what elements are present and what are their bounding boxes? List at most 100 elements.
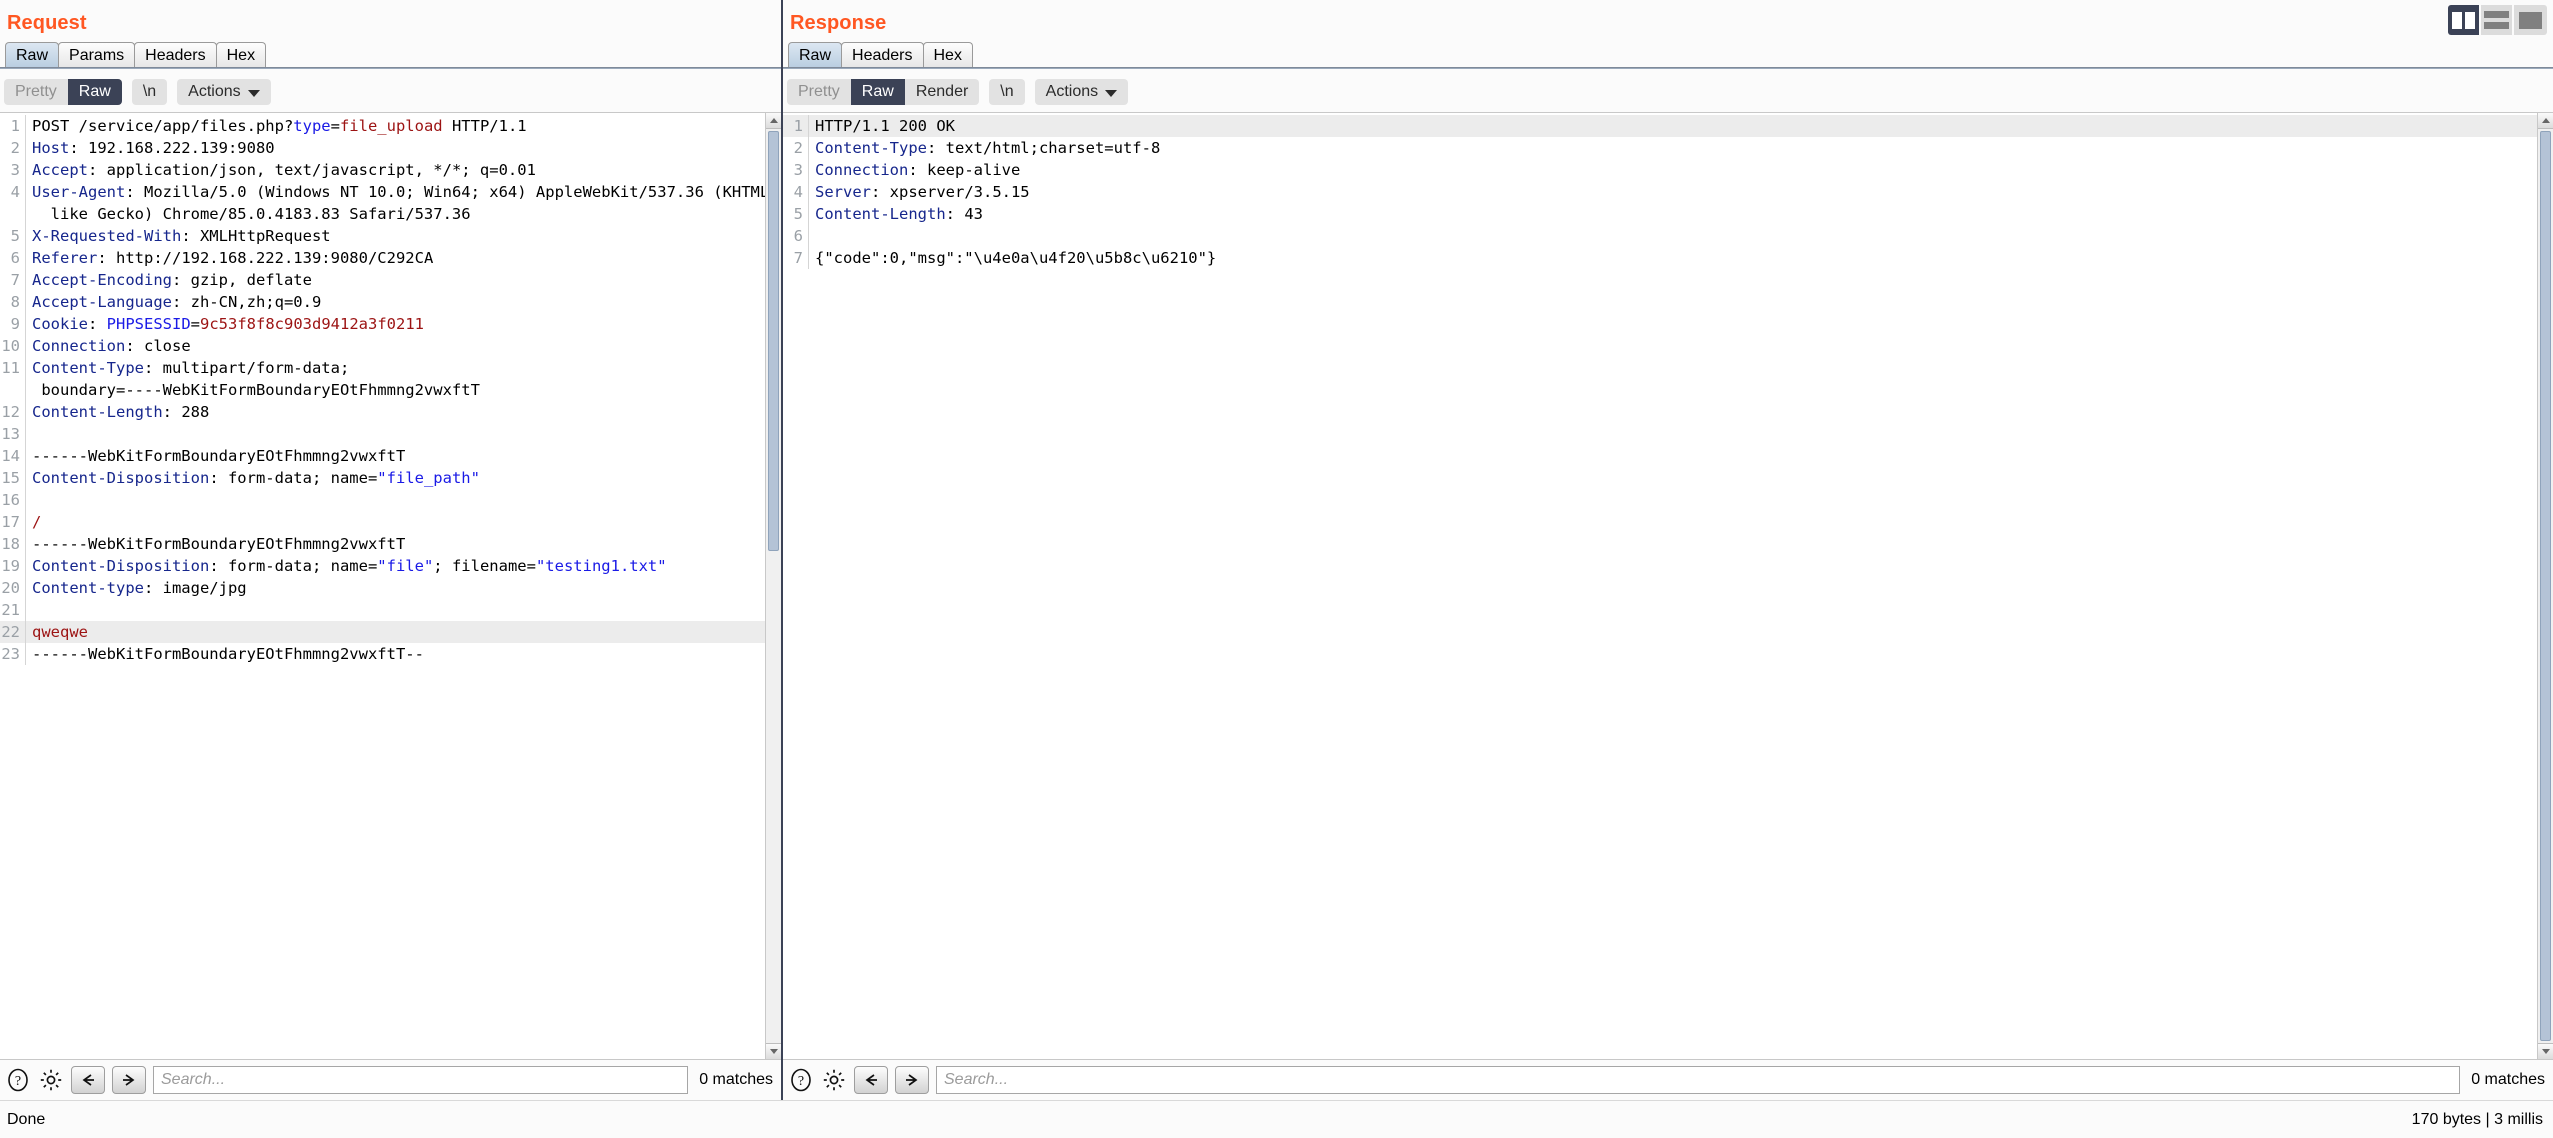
request-line-text[interactable]: boundary=----WebKitFormBoundaryEOtFhmmng…: [26, 379, 480, 401]
gear-icon[interactable]: [38, 1067, 64, 1093]
request-line-text[interactable]: Content-Length: 288: [26, 401, 209, 423]
request-line-text[interactable]: like Gecko) Chrome/85.0.4183.83 Safari/5…: [26, 203, 471, 225]
request-newline-toggle[interactable]: \n: [131, 79, 168, 105]
request-search-prev-button[interactable]: [71, 1066, 105, 1094]
request-line-text[interactable]: Referer: http://192.168.222.139:9080/C29…: [26, 247, 433, 269]
request-code-line[interactable]: 10 Connection: close: [0, 335, 765, 357]
response-code-line[interactable]: 4 Server: xpserver/3.5.15: [783, 181, 2537, 203]
layout-single-pane-button[interactable]: [2514, 5, 2547, 35]
request-code-line[interactable]: 20 Content-type: image/jpg: [0, 577, 765, 599]
response-search-prev-button[interactable]: [854, 1066, 888, 1094]
request-code-line[interactable]: 21: [0, 599, 765, 621]
request-code-line[interactable]: 8 Accept-Language: zh-CN,zh;q=0.9: [0, 291, 765, 313]
request-line-text[interactable]: Host: 192.168.222.139:9080: [26, 137, 275, 159]
request-editor[interactable]: 1 POST /service/app/files.php?type=file_u…: [0, 112, 781, 1060]
scroll-up-arrow-icon[interactable]: [766, 113, 781, 129]
response-line-text[interactable]: [809, 225, 815, 247]
request-code-line[interactable]: 14 ------WebKitFormBoundaryEOtFhmmng2vwxf…: [0, 445, 765, 467]
request-search-input[interactable]: [153, 1066, 689, 1094]
scroll-up-arrow-icon[interactable]: [2538, 113, 2553, 129]
request-line-text[interactable]: Content-Disposition: form-data; name="fi…: [26, 555, 667, 577]
scroll-down-arrow-icon[interactable]: [766, 1043, 781, 1059]
request-line-text[interactable]: User-Agent: Mozilla/5.0 (Windows NT 10.0…: [26, 181, 765, 203]
request-search-next-button[interactable]: [112, 1066, 146, 1094]
request-code-line[interactable]: 16: [0, 489, 765, 511]
response-render-button[interactable]: Render: [905, 79, 979, 105]
gear-icon[interactable]: [821, 1067, 847, 1093]
layout-vertical-split-button[interactable]: [2448, 5, 2481, 35]
request-tab-hex[interactable]: Hex: [215, 42, 267, 68]
request-code-line[interactable]: boundary=----WebKitFormBoundaryEOtFhmmng…: [0, 379, 765, 401]
response-line-text[interactable]: {"code":0,"msg":"\u4e0a\u4f20\u5b8c\u621…: [809, 247, 1216, 269]
response-line-text[interactable]: Server: xpserver/3.5.15: [809, 181, 1030, 203]
request-line-text[interactable]: ------WebKitFormBoundaryEOtFhmmng2vwxftT: [26, 533, 405, 555]
response-code-line[interactable]: 6: [783, 225, 2537, 247]
request-line-text[interactable]: Connection: close: [26, 335, 191, 357]
scroll-down-arrow-icon[interactable]: [2538, 1043, 2553, 1059]
layout-horizontal-split-button[interactable]: [2481, 5, 2514, 35]
response-scroll-thumb[interactable]: [2540, 131, 2551, 1041]
response-code-line[interactable]: 3 Connection: keep-alive: [783, 159, 2537, 181]
request-line-text[interactable]: Cookie: PHPSESSID=9c53f8f8c903d9412a3f02…: [26, 313, 424, 335]
request-code-line[interactable]: 22 qweqwe: [0, 621, 765, 643]
request-code-line[interactable]: 17/: [0, 511, 765, 533]
response-editor-content[interactable]: 1 HTTP/1.1 200 OK 2 Content-Type: text/html…: [783, 113, 2537, 1059]
response-actions-button[interactable]: Actions: [1034, 79, 1129, 105]
response-code-line[interactable]: 1 HTTP/1.1 200 OK: [783, 115, 2537, 137]
request-code-line[interactable]: 2 Host: 192.168.222.139:9080: [0, 137, 765, 159]
question-mark-icon[interactable]: ?: [5, 1067, 31, 1093]
response-line-text[interactable]: Connection: keep-alive: [809, 159, 1020, 181]
response-code-line[interactable]: 2 Content-Type: text/html;charset=utf-8: [783, 137, 2537, 159]
request-pretty-button[interactable]: Pretty: [4, 79, 68, 105]
request-line-text[interactable]: /: [26, 511, 41, 533]
request-scroll-thumb[interactable]: [768, 131, 779, 551]
request-code-line[interactable]: 1 POST /service/app/files.php?type=file_u…: [0, 115, 765, 137]
request-line-text[interactable]: [26, 599, 32, 621]
request-line-text[interactable]: POST /service/app/files.php?type=file_up…: [26, 115, 527, 137]
response-search-input[interactable]: [936, 1066, 2461, 1094]
request-line-text[interactable]: ------WebKitFormBoundaryEOtFhmmng2vwxftT: [26, 445, 405, 467]
request-line-text[interactable]: Accept-Language: zh-CN,zh;q=0.9: [26, 291, 321, 313]
request-line-text[interactable]: Content-type: image/jpg: [26, 577, 247, 599]
request-actions-button[interactable]: Actions: [177, 79, 271, 105]
request-line-text[interactable]: ------WebKitFormBoundaryEOtFhmmng2vwxftT…: [26, 643, 424, 665]
response-newline-toggle[interactable]: \n: [989, 79, 1025, 105]
request-raw-button[interactable]: Raw: [67, 79, 122, 105]
response-tab-raw[interactable]: Raw: [788, 42, 843, 68]
request-tab-headers[interactable]: Headers: [134, 42, 217, 68]
request-tab-raw[interactable]: Raw: [5, 42, 60, 68]
response-pretty-button[interactable]: Pretty: [787, 79, 851, 105]
request-line-text[interactable]: Content-Disposition: form-data; name="fi…: [26, 467, 480, 489]
request-line-text[interactable]: Accept-Encoding: gzip, deflate: [26, 269, 312, 291]
request-line-text[interactable]: Accept: application/json, text/javascrip…: [26, 159, 536, 181]
response-code-line[interactable]: 5 Content-Length: 43: [783, 203, 2537, 225]
response-raw-button[interactable]: Raw: [850, 79, 905, 105]
request-code-line[interactable]: 13: [0, 423, 765, 445]
request-code-line[interactable]: 19 Content-Disposition: form-data; name="…: [0, 555, 765, 577]
response-line-text[interactable]: HTTP/1.1 200 OK: [809, 115, 955, 137]
request-editor-content[interactable]: 1 POST /service/app/files.php?type=file_u…: [0, 113, 765, 1059]
request-code-line[interactable]: 15 Content-Disposition: form-data; name="…: [0, 467, 765, 489]
response-search-next-button[interactable]: [895, 1066, 929, 1094]
response-tab-hex[interactable]: Hex: [922, 42, 973, 68]
request-editor-scrollbar[interactable]: [765, 113, 781, 1059]
request-code-line[interactable]: 7 Accept-Encoding: gzip, deflate: [0, 269, 765, 291]
request-code-line[interactable]: 3 Accept: application/json, text/javascri…: [0, 159, 765, 181]
response-editor[interactable]: 1 HTTP/1.1 200 OK 2 Content-Type: text/html…: [783, 112, 2553, 1060]
response-tab-headers[interactable]: Headers: [841, 42, 924, 68]
request-code-line[interactable]: 6 Referer: http://192.168.222.139:9080/C2…: [0, 247, 765, 269]
request-code-line[interactable]: 23 ------WebKitFormBoundaryEOtFhmmng2vwxf…: [0, 643, 765, 665]
request-code-line[interactable]: 18 ------WebKitFormBoundaryEOtFhmmng2vwxf…: [0, 533, 765, 555]
question-mark-icon[interactable]: ?: [788, 1067, 814, 1093]
request-code-line[interactable]: 11 Content-Type: multipart/form-data;: [0, 357, 765, 379]
response-line-text[interactable]: Content-Length: 43: [809, 203, 983, 225]
response-editor-scrollbar[interactable]: [2537, 113, 2553, 1059]
request-line-text[interactable]: [26, 489, 32, 511]
response-raw-text[interactable]: 1 HTTP/1.1 200 OK 2 Content-Type: text/html…: [783, 113, 2537, 269]
request-line-text[interactable]: Content-Type: multipart/form-data;: [26, 357, 349, 379]
request-code-line[interactable]: 5 X-Requested-With: XMLHttpRequest: [0, 225, 765, 247]
request-code-line[interactable]: like Gecko) Chrome/85.0.4183.83 Safari/5…: [0, 203, 765, 225]
response-code-line[interactable]: 7 {"code":0,"msg":"\u4e0a\u4f20\u5b8c\u62…: [783, 247, 2537, 269]
request-line-text[interactable]: [26, 423, 32, 445]
request-line-text[interactable]: qweqwe: [26, 621, 88, 643]
